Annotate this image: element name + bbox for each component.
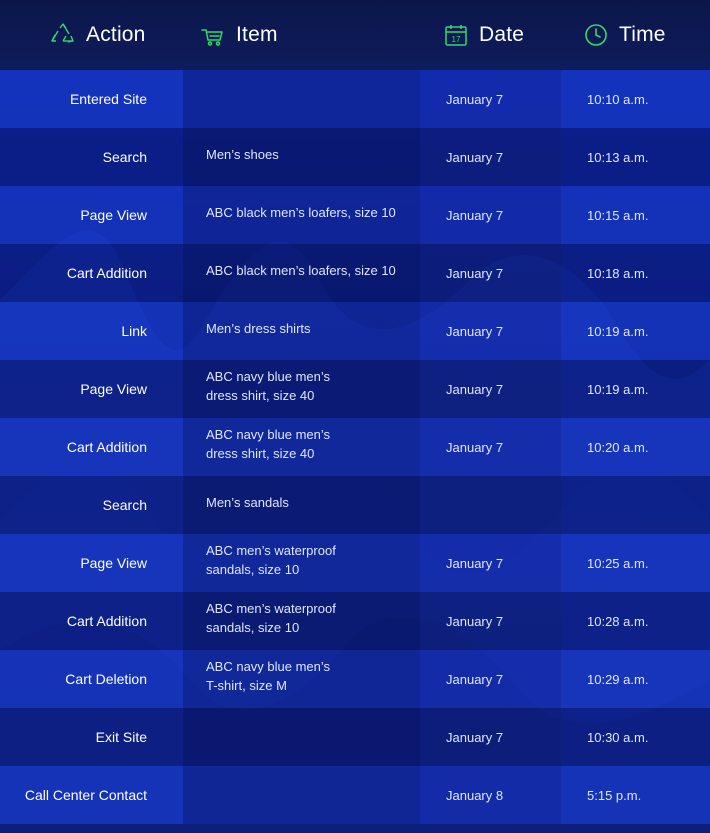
item-cell: ABC navy blue men’s T-shirt, size M — [183, 650, 420, 708]
table-row[interactable]: Page View ABC men’s waterproof sandals, … — [0, 534, 710, 592]
table-row[interactable]: Call Center Contact January 8 5:15 p.m. — [0, 766, 710, 824]
table-row[interactable]: Cart Addition ABC navy blue men’s dress … — [0, 418, 710, 476]
table-header: Action Item 17 Date Time — [0, 0, 710, 70]
time-cell: 10:18 a.m. — [561, 244, 710, 302]
action-cell: Exit Site — [0, 708, 183, 766]
time-cell: 10:25 a.m. — [561, 534, 710, 592]
date-cell: January 7 — [420, 128, 561, 186]
shopping-cart-icon — [201, 29, 223, 46]
table-row[interactable]: Cart Addition ABC black men’s loafers, s… — [0, 244, 710, 302]
item-cell: ABC men’s waterproof sandals, size 10 — [183, 534, 420, 592]
item-cell: ABC black men’s loafers, size 10 — [183, 186, 420, 244]
time-cell: 10:19 a.m. — [561, 360, 710, 418]
item-cell — [183, 766, 420, 824]
column-header-time[interactable]: Time — [583, 0, 666, 70]
action-cell: Cart Addition — [0, 592, 183, 650]
table-row[interactable]: Search Men’s shoes January 7 10:13 a.m. — [0, 128, 710, 186]
action-cell: Entered Site — [0, 70, 183, 128]
table-row[interactable]: Search Men’s sandals — [0, 476, 710, 534]
item-cell: Men’s shoes — [183, 128, 420, 186]
time-cell: 10:30 a.m. — [561, 708, 710, 766]
column-header-item[interactable]: Item — [200, 0, 278, 70]
column-header-time-label: Time — [619, 23, 666, 46]
column-header-date[interactable]: 17 Date — [443, 0, 524, 70]
time-cell: 10:28 a.m. — [561, 592, 710, 650]
table-row[interactable]: Link Men’s dress shirts January 7 10:19 … — [0, 302, 710, 360]
table-row[interactable]: Cart Addition ABC men’s waterproof sanda… — [0, 592, 710, 650]
column-header-item-label: Item — [236, 23, 278, 46]
activity-table: Entered Site January 7 10:10 a.m. Search… — [0, 70, 710, 833]
action-cell: Cart Addition — [0, 244, 183, 302]
date-cell: January 7 — [420, 244, 561, 302]
table-row[interactable]: Exit Site January 7 10:30 a.m. — [0, 708, 710, 766]
action-cell: Search — [0, 128, 183, 186]
item-cell: Men’s sandals — [183, 476, 420, 534]
time-cell — [561, 476, 710, 534]
clock-icon — [585, 24, 607, 46]
table-row[interactable]: Page View ABC navy blue men’s dress shir… — [0, 360, 710, 418]
date-cell: January 7 — [420, 360, 561, 418]
action-cell: Search — [0, 476, 183, 534]
time-cell: 10:19 a.m. — [561, 302, 710, 360]
date-cell: January 7 — [420, 70, 561, 128]
table-row[interactable]: Page View ABC black men’s loafers, size … — [0, 186, 710, 244]
date-cell: January 7 — [420, 186, 561, 244]
date-cell: January 7 — [420, 650, 561, 708]
item-cell: Men’s dress shirts — [183, 302, 420, 360]
item-cell: ABC navy blue men’s dress shirt, size 40 — [183, 418, 420, 476]
date-cell — [420, 476, 561, 534]
item-cell — [183, 708, 420, 766]
action-cell: Page View — [0, 534, 183, 592]
item-cell — [183, 70, 420, 128]
item-cell: ABC black men’s loafers, size 10 — [183, 244, 420, 302]
time-cell: 5:15 p.m. — [561, 766, 710, 824]
table-row[interactable]: Entered Site January 7 10:10 a.m. — [0, 70, 710, 128]
action-cell: Page View — [0, 186, 183, 244]
date-cell: January 7 — [420, 418, 561, 476]
date-cell: January 8 — [420, 766, 561, 824]
date-cell: January 7 — [420, 302, 561, 360]
column-header-action[interactable]: Action — [50, 0, 146, 70]
action-cell: Call Center Contact — [0, 766, 183, 824]
svg-text:17: 17 — [452, 35, 461, 44]
action-cell: Cart Addition — [0, 418, 183, 476]
activity-log-page: Action Item 17 Date Time Entered Site Ja… — [0, 0, 710, 833]
column-header-action-label: Action — [86, 23, 146, 46]
time-cell: 10:13 a.m. — [561, 128, 710, 186]
time-cell: 10:15 a.m. — [561, 186, 710, 244]
date-cell: January 7 — [420, 534, 561, 592]
time-cell: 10:29 a.m. — [561, 650, 710, 708]
table-row[interactable]: Cart Deletion ABC navy blue men’s T-shir… — [0, 650, 710, 708]
action-cell: Link — [0, 302, 183, 360]
item-cell: ABC navy blue men’s dress shirt, size 40 — [183, 360, 420, 418]
date-cell: January 7 — [420, 708, 561, 766]
column-header-date-label: Date — [479, 23, 525, 46]
item-cell: ABC men’s waterproof sandals, size 10 — [183, 592, 420, 650]
action-cell: Page View — [0, 360, 183, 418]
action-cell: Cart Deletion — [0, 650, 183, 708]
time-cell: 10:20 a.m. — [561, 418, 710, 476]
time-cell: 10:10 a.m. — [561, 70, 710, 128]
recycle-icon — [51, 23, 74, 43]
calendar-icon: 17 — [445, 25, 467, 46]
date-cell: January 7 — [420, 592, 561, 650]
